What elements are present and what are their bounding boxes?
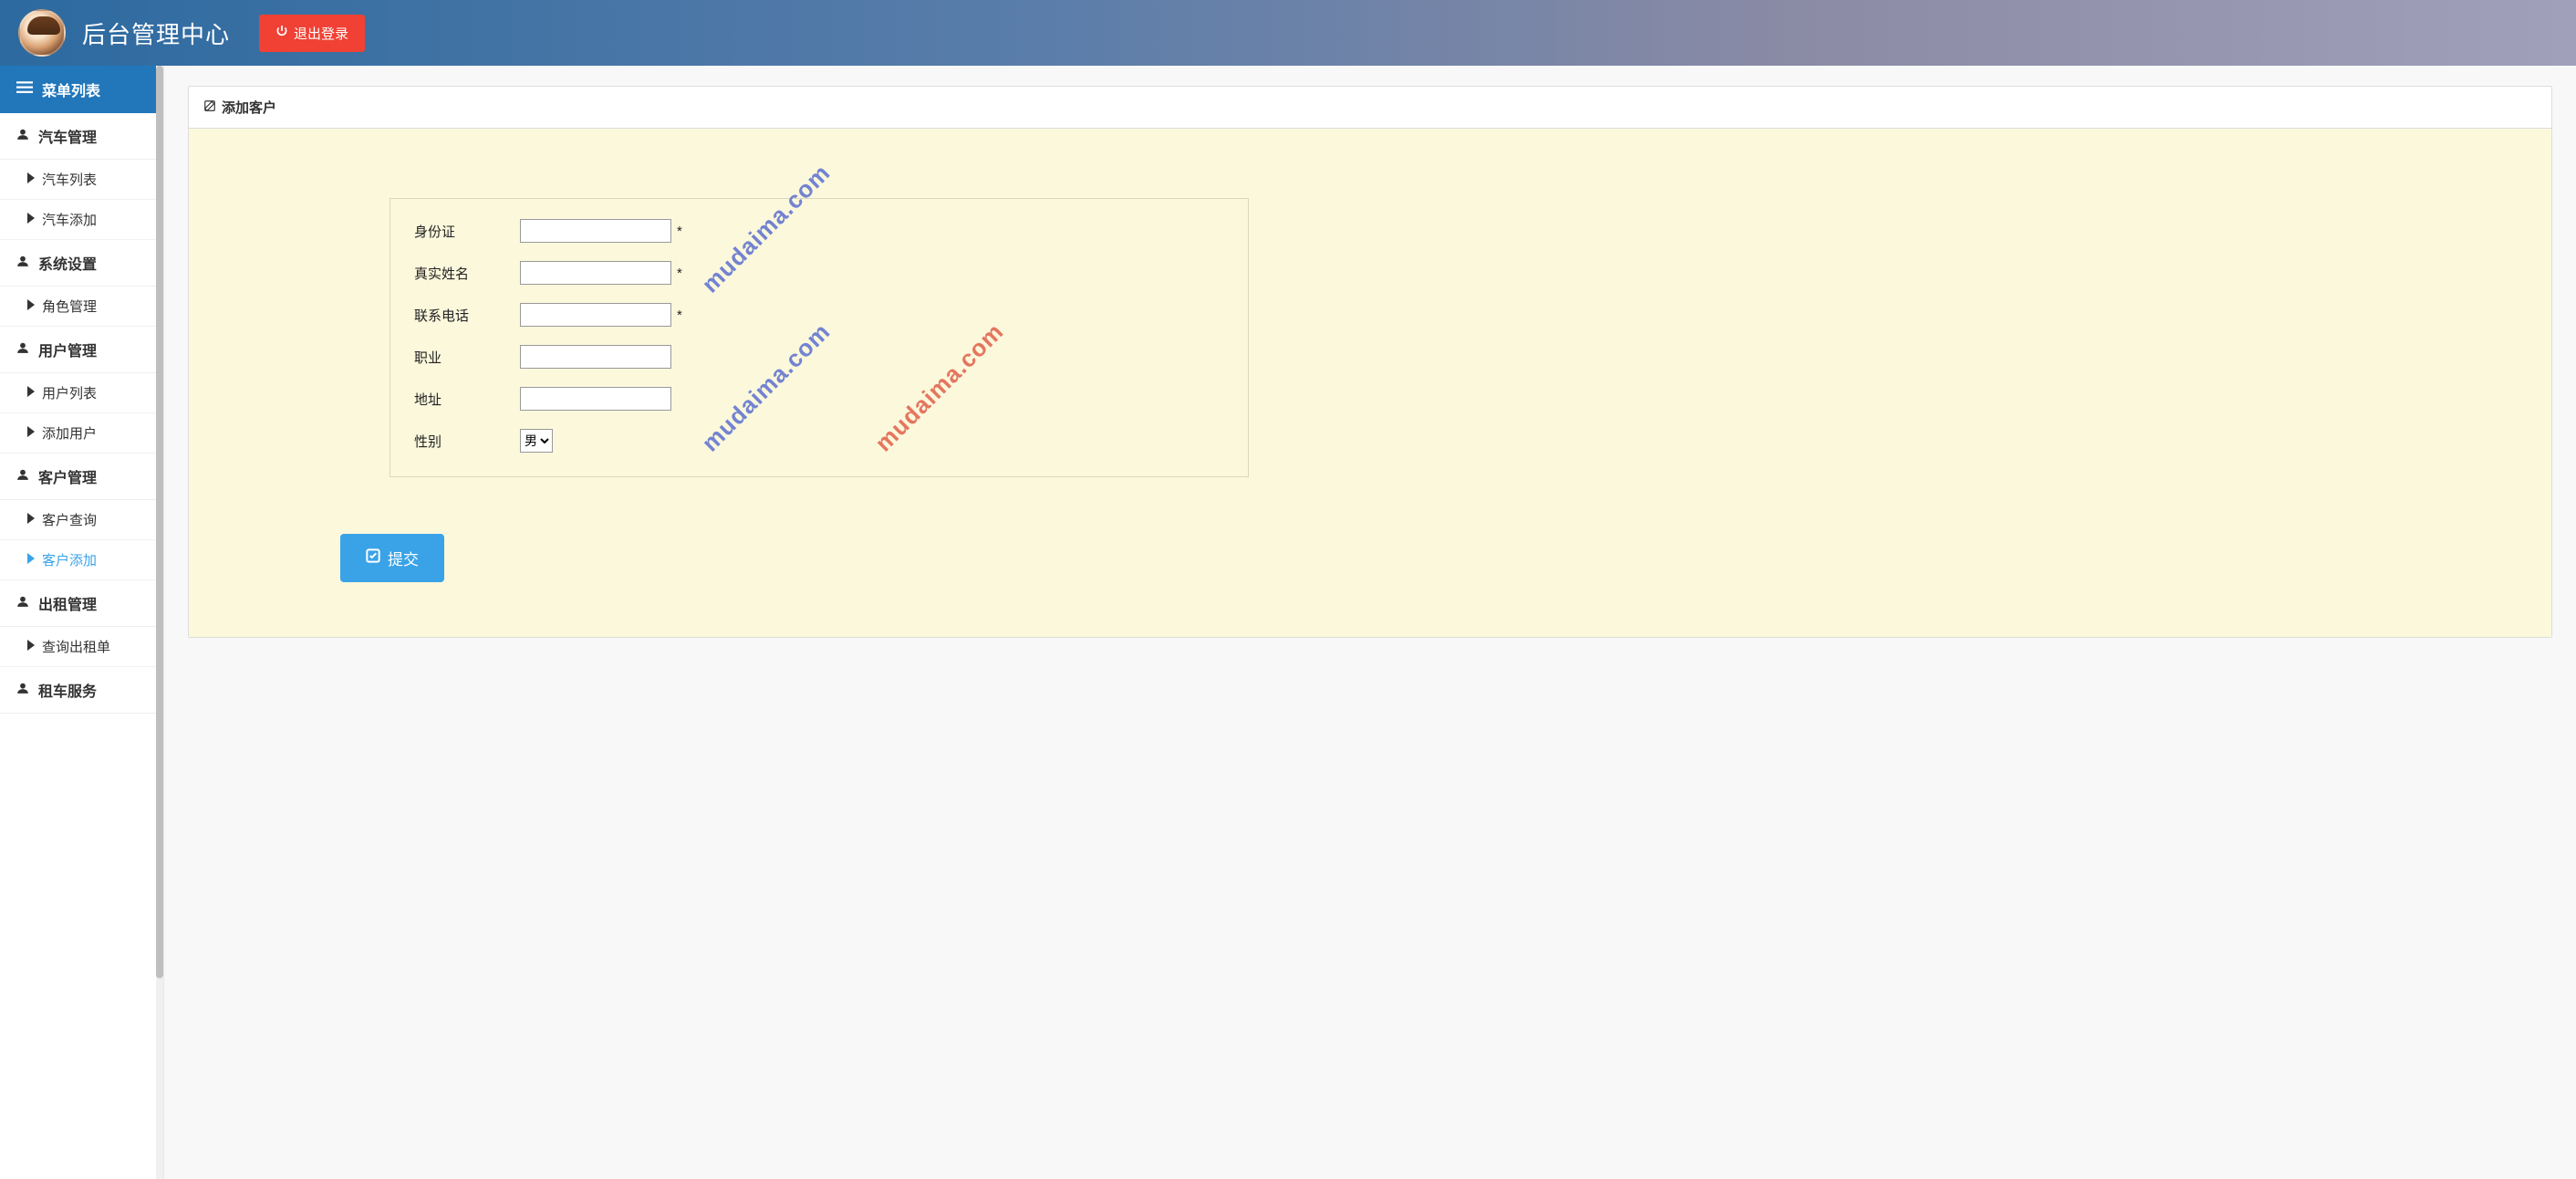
sidebar-item-label: 角色管理 xyxy=(42,297,97,316)
submit-label: 提交 xyxy=(388,547,419,569)
sidebar-scrollbar-track xyxy=(156,66,163,1179)
form-row-phone: 联系电话 * xyxy=(414,303,806,327)
form-row-realname: 真实姓名 * xyxy=(414,261,806,285)
input-address[interactable] xyxy=(520,387,671,411)
label-realname: 真实姓名 xyxy=(414,264,520,283)
sidebar-item-label: 用户列表 xyxy=(42,383,97,402)
panel-header: 添加客户 xyxy=(189,87,2551,129)
power-icon xyxy=(275,25,288,41)
label-address: 地址 xyxy=(414,390,520,409)
user-icon xyxy=(16,595,29,612)
form-row-idcard: 身份证 * xyxy=(414,219,806,243)
submit-button[interactable]: 提交 xyxy=(340,534,444,582)
user-icon xyxy=(16,128,29,145)
caret-right-icon xyxy=(27,512,35,527)
list-icon xyxy=(16,81,33,99)
sidebar-item-user-add[interactable]: 添加用户 xyxy=(0,413,163,454)
input-realname[interactable] xyxy=(520,261,671,285)
sidebar-item-label: 汽车添加 xyxy=(42,210,97,229)
sidebar-item-customer-add[interactable]: 客户添加 xyxy=(0,540,163,580)
user-icon xyxy=(16,255,29,272)
sidebar-item-car-add[interactable]: 汽车添加 xyxy=(0,200,163,240)
caret-right-icon xyxy=(27,385,35,401)
caret-right-icon xyxy=(27,552,35,568)
sidebar-item-user-list[interactable]: 用户列表 xyxy=(0,373,163,413)
sidebar-item-label: 客户查询 xyxy=(42,510,97,529)
form-row-profession: 职业 xyxy=(414,345,806,369)
avatar xyxy=(18,9,66,57)
sidebar-item-label: 查询出租单 xyxy=(42,637,110,656)
panel: 添加客户 mudaima.com mudaima.com mudaima.com… xyxy=(188,86,2552,638)
user-icon xyxy=(16,341,29,359)
logout-label: 退出登录 xyxy=(294,24,348,43)
sidebar-group-user[interactable]: 用户管理 xyxy=(0,327,163,373)
main-content: 添加客户 mudaima.com mudaima.com mudaima.com… xyxy=(164,66,2576,1179)
sidebar: 菜单列表 汽车管理 汽车列表 汽车添加 系统设置 角色管理 用户管理 xyxy=(0,66,164,1179)
input-phone[interactable] xyxy=(520,303,671,327)
input-idcard[interactable] xyxy=(520,219,671,243)
sidebar-group-system[interactable]: 系统设置 xyxy=(0,240,163,287)
user-icon xyxy=(16,682,29,699)
label-sex: 性别 xyxy=(414,432,520,451)
input-profession[interactable] xyxy=(520,345,671,369)
sidebar-group-label: 出租管理 xyxy=(38,592,97,614)
user-icon xyxy=(16,468,29,485)
caret-right-icon xyxy=(27,639,35,654)
sidebar-item-rent-query[interactable]: 查询出租单 xyxy=(0,627,163,667)
label-profession: 职业 xyxy=(414,348,520,367)
caret-right-icon xyxy=(27,425,35,441)
required-mark: * xyxy=(677,224,682,239)
sidebar-item-label: 汽车列表 xyxy=(42,170,97,189)
logout-button[interactable]: 退出登录 xyxy=(259,15,365,52)
app-title: 后台管理中心 xyxy=(82,16,230,50)
form-row-address: 地址 xyxy=(414,387,806,411)
sidebar-group-label: 系统设置 xyxy=(38,252,97,274)
form-fieldset: 身份证 * 真实姓名 * 联系电话 * 职业 xyxy=(390,198,1249,477)
sidebar-group-label: 汽车管理 xyxy=(38,125,97,147)
sidebar-group-label: 租车服务 xyxy=(38,679,97,701)
sidebar-scrollbar-thumb[interactable] xyxy=(156,66,163,978)
select-sex[interactable]: 男 xyxy=(520,429,553,453)
sidebar-group-customer[interactable]: 客户管理 xyxy=(0,454,163,500)
sidebar-group-label: 用户管理 xyxy=(38,339,97,360)
required-mark: * xyxy=(677,266,682,281)
sidebar-group-rent[interactable]: 出租管理 xyxy=(0,580,163,627)
caret-right-icon xyxy=(27,298,35,314)
panel-title: 添加客户 xyxy=(222,98,276,117)
sidebar-item-role[interactable]: 角色管理 xyxy=(0,287,163,327)
caret-right-icon xyxy=(27,212,35,227)
label-phone: 联系电话 xyxy=(414,306,520,325)
menu-title: 菜单列表 xyxy=(0,66,163,113)
sidebar-group-label: 客户管理 xyxy=(38,465,97,487)
required-mark: * xyxy=(677,308,682,323)
sidebar-item-customer-query[interactable]: 客户查询 xyxy=(0,500,163,540)
caret-right-icon xyxy=(27,172,35,187)
menu-title-label: 菜单列表 xyxy=(42,78,100,100)
edit-icon xyxy=(203,99,216,116)
form-row-sex: 性别 男 xyxy=(414,429,806,453)
sidebar-item-car-list[interactable]: 汽车列表 xyxy=(0,160,163,200)
sidebar-group-car[interactable]: 汽车管理 xyxy=(0,113,163,160)
label-idcard: 身份证 xyxy=(414,222,520,241)
panel-body: mudaima.com mudaima.com mudaima.com 身份证 … xyxy=(189,129,2551,637)
submit-row: 提交 xyxy=(216,534,2524,582)
check-icon xyxy=(366,548,380,568)
sidebar-item-label: 添加用户 xyxy=(42,423,97,443)
header-bar: 后台管理中心 退出登录 xyxy=(0,0,2576,66)
sidebar-item-label: 客户添加 xyxy=(42,550,97,569)
sidebar-group-service[interactable]: 租车服务 xyxy=(0,667,163,714)
